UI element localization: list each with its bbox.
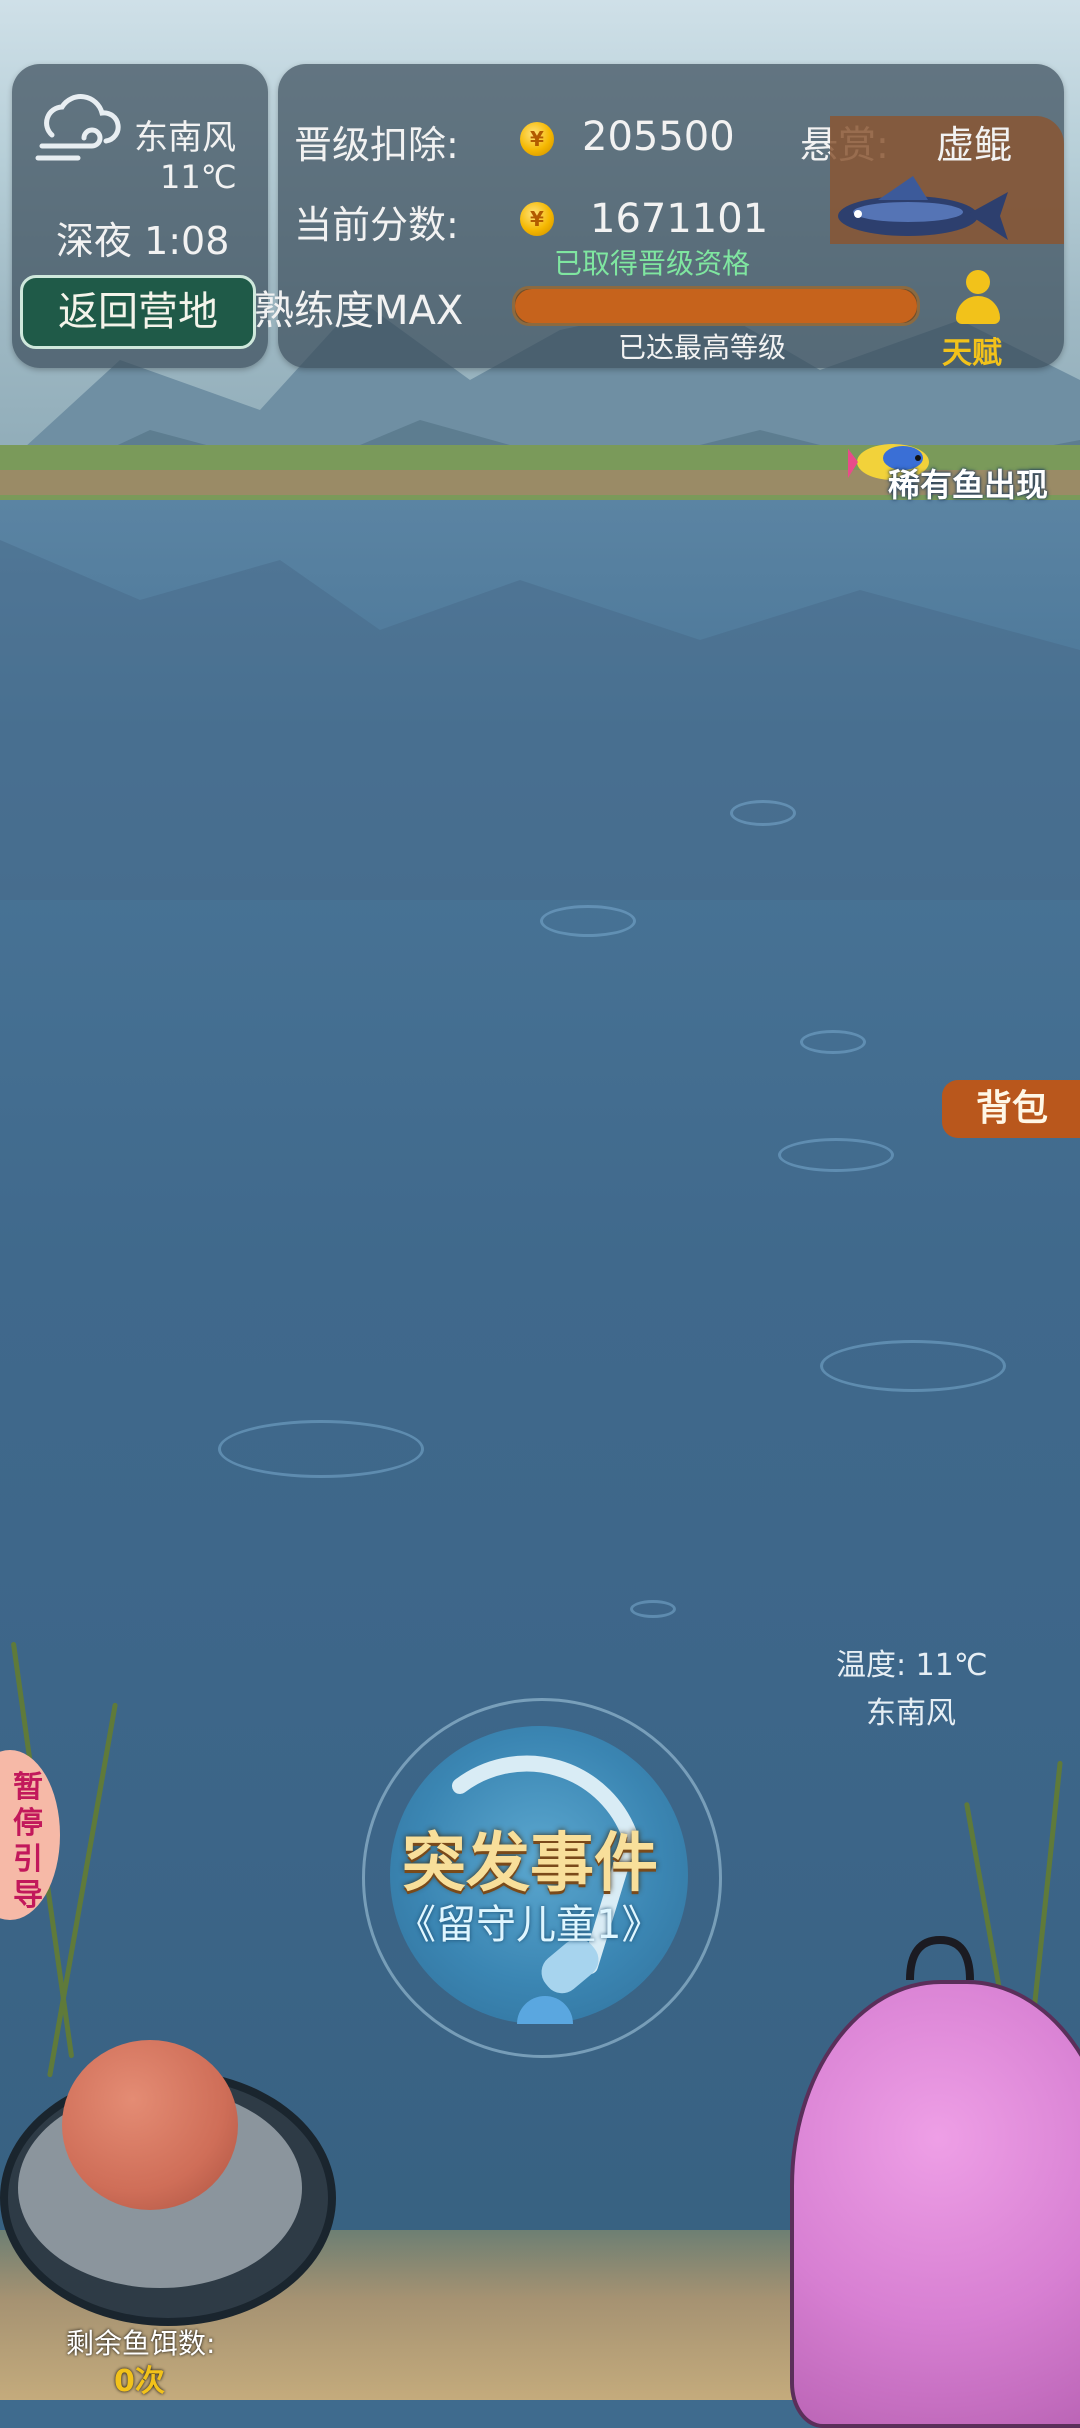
- ripple: [218, 1420, 424, 1478]
- rare-fish-text: 稀有鱼出现: [888, 466, 1049, 504]
- bait-count-value: 0次: [114, 2364, 165, 2399]
- talent-icon: [948, 270, 1008, 330]
- game-time: 深夜 1:08: [56, 219, 230, 263]
- temperature: 11℃: [160, 158, 237, 196]
- bag-button[interactable]: 背包: [942, 1080, 1080, 1138]
- return-camp-button[interactable]: 返回营地: [20, 275, 256, 349]
- cloud-wind-icon: [35, 94, 121, 161]
- env-temperature: 温度: 11℃: [836, 1648, 988, 1683]
- character-avatar: [790, 1980, 1080, 2428]
- upgrade-deduct-label: 晋级扣除:: [294, 123, 459, 167]
- talent-button[interactable]: 天赋: [942, 328, 1002, 372]
- ripple: [820, 1340, 1006, 1392]
- pause-guide-label: 暂停引导: [13, 1770, 43, 1913]
- current-score-label: 当前分数:: [294, 203, 459, 247]
- ripple: [630, 1600, 676, 1618]
- proficiency-label: 熟练度MAX: [254, 288, 464, 334]
- ripple: [800, 1030, 866, 1054]
- bait-ball-icon[interactable]: [62, 2040, 238, 2210]
- proficiency-progress-fill: [515, 289, 917, 323]
- bounty-fish-icon: [838, 176, 1008, 240]
- wind-direction: 东南风: [134, 118, 236, 158]
- rare-fish-notice[interactable]: 稀有鱼出现: [848, 424, 1078, 504]
- max-level-text: 已达最高等级: [618, 331, 787, 364]
- ripple: [540, 905, 636, 937]
- coin-icon: ¥: [520, 122, 554, 156]
- ripple: [778, 1138, 894, 1172]
- ripple: [730, 800, 796, 826]
- upgrade-deduct-value: 205500: [582, 114, 735, 160]
- mountain-reflection: [0, 540, 1080, 900]
- coin-icon: ¥: [520, 202, 554, 236]
- env-wind: 东南风: [866, 1696, 956, 1731]
- bounty-fish-name: 虚鲲: [936, 123, 1013, 167]
- event-subtitle: 《留守儿童1》: [396, 1902, 662, 1948]
- proficiency-progress-bar: [512, 286, 920, 326]
- qualified-status: 已取得晋级资格: [554, 247, 751, 280]
- event-title: 突发事件: [402, 1827, 658, 1901]
- current-score-value: 1671101: [590, 196, 769, 242]
- character-hair-ornament: [906, 1935, 974, 1981]
